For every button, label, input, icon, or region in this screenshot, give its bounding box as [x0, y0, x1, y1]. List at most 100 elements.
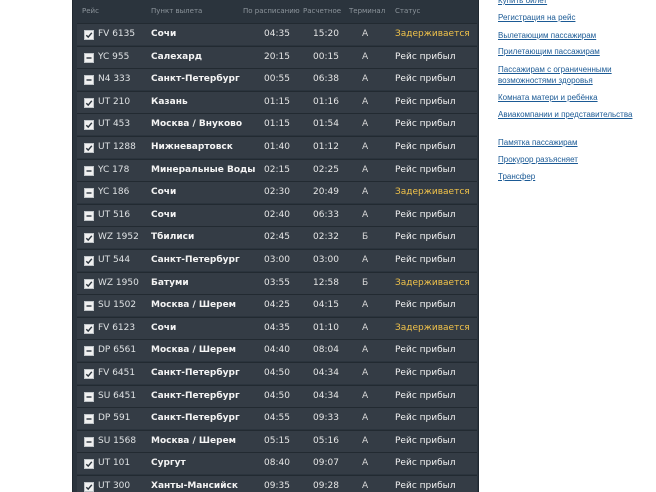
sidebar-link[interactable]: Прокурор разъясняет	[498, 154, 648, 165]
sidebar-link[interactable]: Пассажирам с ограниченными возможностями…	[498, 64, 648, 86]
terminal: А	[362, 96, 369, 107]
terminal: А	[362, 413, 369, 424]
terminal: А	[362, 255, 369, 265]
sidebar-link[interactable]: Трансфер	[498, 171, 648, 182]
flight-number: FV 6135	[98, 29, 136, 39]
checked-icon	[84, 278, 94, 289]
flight-status: Рейс прибыл	[395, 74, 456, 85]
origin-city: Москва / Шерем	[151, 300, 237, 311]
flight-number: UT 453	[98, 119, 131, 130]
scheduled-time: 01:15	[264, 119, 290, 130]
scheduled-time: 04:55	[264, 413, 290, 424]
header-flight: Рейс	[82, 7, 99, 15]
terminal: А	[362, 435, 369, 446]
table-row[interactable]: UT 210 Казань 01:15 01:16 А Рейс прибыл	[77, 90, 477, 113]
flight-number: WZ 1952	[98, 232, 139, 243]
table-row[interactable]: UT 453 Москва / Внуково 01:15 01:54 А Рейс пр…	[77, 113, 477, 136]
table-row[interactable]: YC 186 Сочи 02:30 20:49 А Задерживается	[77, 181, 477, 204]
table-row[interactable]: UT 300 Ханты-Мансийск 09:35 09:28 А Рейс приб…	[77, 475, 477, 492]
estimated-time: 04:15	[313, 300, 339, 311]
dash-icon	[84, 414, 94, 425]
table-row[interactable]: FV 6123 Сочи 04:35 01:10 А Задерживается	[77, 316, 477, 339]
table-row[interactable]: UT 516 Сочи 02:40 06:33 А Рейс прибыл	[77, 203, 477, 226]
table-row[interactable]: UT 1288 Нижневартовск 01:40 01:12 А Рейс приб…	[77, 136, 477, 158]
table-row[interactable]: UT 101 Сургут 08:40 09:07 А Рейс прибыл	[77, 452, 477, 475]
terminal: А	[362, 322, 369, 333]
flight-number: DP 6561	[98, 345, 137, 356]
estimated-time: 06:38	[313, 74, 339, 85]
table-header: Рейс Пункт вылета По расписанию Расчетно…	[73, 0, 478, 22]
flight-status: Рейс прибыл	[395, 142, 456, 152]
origin-city: Батуми	[151, 277, 189, 288]
sidebar-link[interactable]: Вылетающим пассажирам	[498, 30, 648, 41]
flight-number: UT 516	[98, 209, 131, 220]
table-row[interactable]: UT 544 Санкт-Петербург 03:00 03:00 А Рейс при…	[77, 249, 477, 271]
table-row[interactable]: WZ 1952 Тбилиси 02:45 02:32 Б Рейс прибыл	[77, 226, 477, 249]
origin-city: Казань	[151, 96, 188, 107]
flight-status: Задерживается	[395, 187, 470, 198]
estimated-time: 09:07	[313, 458, 339, 469]
origin-city: Москва / Шерем	[151, 345, 237, 356]
table-row[interactable]: FV 6451 Санкт-Петербург 04:50 04:34 А Рейс пр…	[77, 362, 477, 384]
table-row[interactable]: FV 6135 Сочи 04:35 15:20 А Задерживается	[77, 23, 477, 45]
flight-number: SU 1502	[98, 300, 137, 311]
estimated-time: 05:16	[313, 435, 339, 446]
estimated-time: 03:00	[313, 255, 339, 265]
header-terminal: Терминал	[349, 7, 386, 15]
origin-city: Сочи	[151, 322, 177, 333]
table-row[interactable]: SU 1568 Москва / Шерем 05:15 05:16 А Рейс при…	[77, 429, 477, 452]
checked-icon	[84, 459, 94, 470]
origin-city: Тбилиси	[151, 232, 195, 243]
flight-status: Рейс прибыл	[395, 232, 456, 243]
flight-number: YC 955	[98, 51, 130, 62]
flight-number: YC 186	[98, 187, 130, 198]
sidebar-link[interactable]: Комната матери и ребёнка	[498, 92, 648, 103]
estimated-time: 02:32	[313, 232, 339, 243]
sidebar-link[interactable]: Памятка пассажирам	[498, 137, 648, 148]
estimated-time: 04:34	[313, 368, 339, 378]
estimated-time: 02:25	[313, 164, 339, 175]
scheduled-time: 03:55	[264, 277, 290, 288]
table-row[interactable]: DP 6561 Москва / Шерем 04:40 08:04 А Рейс при…	[77, 339, 477, 362]
scheduled-time: 03:00	[264, 255, 290, 265]
terminal: А	[362, 142, 369, 152]
flight-number: UT 101	[98, 458, 131, 469]
checked-icon	[84, 143, 94, 153]
scheduled-time: 20:15	[264, 51, 290, 62]
table-row[interactable]: WZ 1950 Батуми 03:55 12:58 Б Задерживается	[77, 271, 477, 294]
table-row[interactable]: YC 955 Салехард 20:15 00:15 А Рейс прибыл	[77, 45, 477, 68]
checked-icon	[84, 233, 94, 244]
table-row[interactable]: DP 591 Санкт-Петербург 04:55 09:33 А Рейс при…	[77, 407, 477, 430]
scheduled-time: 05:15	[264, 435, 290, 446]
flight-number: UT 210	[98, 96, 131, 107]
origin-city: Санкт-Петербург	[151, 255, 240, 265]
checked-icon	[84, 323, 94, 334]
sidebar-link[interactable]: Прилетающим пассажирам	[498, 46, 648, 57]
flight-status: Рейс прибыл	[395, 119, 456, 130]
scheduled-time: 01:15	[264, 96, 290, 107]
scheduled-time: 02:40	[264, 209, 290, 220]
origin-city: Санкт-Петербург	[151, 74, 240, 85]
terminal: А	[362, 187, 369, 198]
origin-city: Санкт-Петербург	[151, 368, 240, 378]
terminal: А	[362, 345, 369, 356]
origin-city: Минеральные Воды	[151, 164, 256, 175]
terminal: А	[362, 368, 369, 378]
terminal: А	[362, 390, 369, 401]
table-row[interactable]: SU 1502 Москва / Шерем 04:25 04:15 А Рейс при…	[77, 294, 477, 317]
table-row[interactable]: SU 6451 Санкт-Петербург 04:50 04:34 А Рейс пр…	[77, 384, 477, 407]
origin-city: Сочи	[151, 29, 177, 39]
scheduled-time: 04:50	[264, 390, 290, 401]
estimated-time: 04:34	[313, 390, 339, 401]
estimated-time: 09:33	[313, 413, 339, 424]
table-row[interactable]: N4 333 Санкт-Петербург 00:55 06:38 А Рейс при…	[77, 68, 477, 91]
table-row[interactable]: YC 178 Минеральные Воды 02:15 02:25 А Рейс пр…	[77, 158, 477, 181]
sidebar-link[interactable]: Купить билет	[498, 0, 648, 6]
sidebar-link[interactable]: Регистрация на рейс	[498, 12, 648, 23]
estimated-time: 06:33	[313, 209, 339, 220]
flight-status: Рейс прибыл	[395, 96, 456, 107]
estimated-time: 09:28	[313, 481, 339, 491]
terminal: Б	[362, 277, 369, 288]
origin-city: Сочи	[151, 209, 177, 220]
sidebar-link[interactable]: Авиакомпании и представительства	[498, 109, 648, 120]
